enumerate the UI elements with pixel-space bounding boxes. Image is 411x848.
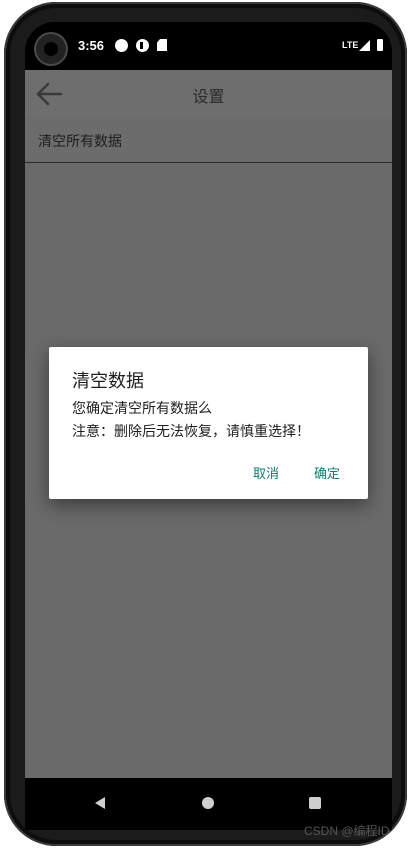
dialog-warning: 注意：删除后无法恢复，请慎重选择！ xyxy=(72,424,310,440)
confirm-button[interactable]: 确定 xyxy=(314,463,340,482)
nav-recents-icon[interactable] xyxy=(309,797,321,809)
page-title: 设置 xyxy=(192,87,225,106)
nav-back-icon[interactable] xyxy=(95,797,105,809)
circle-notification-icon xyxy=(115,39,128,52)
dialog-message: 您确定清空所有数据么 xyxy=(72,401,212,417)
sd-card-icon xyxy=(157,39,167,51)
phone-frame: 3:56 LTE 设置 清空所有数据 清空数据 您确定清空所有数据么 注意：删除… xyxy=(0,0,411,848)
confirm-dialog: 清空数据 您确定清空所有数据么 注意：删除后无法恢复，请慎重选择！ 取消 确定 xyxy=(49,347,368,499)
watermark: CSDN @编程ID xyxy=(304,824,390,838)
battery-icon xyxy=(377,39,383,51)
toolbar: 设置 xyxy=(25,70,392,118)
status-time: 3:56 xyxy=(78,38,105,53)
status-bar: 3:56 LTE xyxy=(25,22,392,70)
dialog-title: 清空数据 xyxy=(72,371,144,392)
signal-icon xyxy=(359,40,370,51)
nav-home-icon[interactable] xyxy=(202,797,214,809)
camera-cutout xyxy=(36,34,66,64)
network-type: LTE xyxy=(342,40,359,50)
cancel-button[interactable]: 取消 xyxy=(253,463,279,482)
setting-item-clear-all[interactable]: 清空所有数据 xyxy=(25,118,392,163)
setting-item-label: 清空所有数据 xyxy=(38,134,122,150)
pocket-icon xyxy=(136,39,149,52)
